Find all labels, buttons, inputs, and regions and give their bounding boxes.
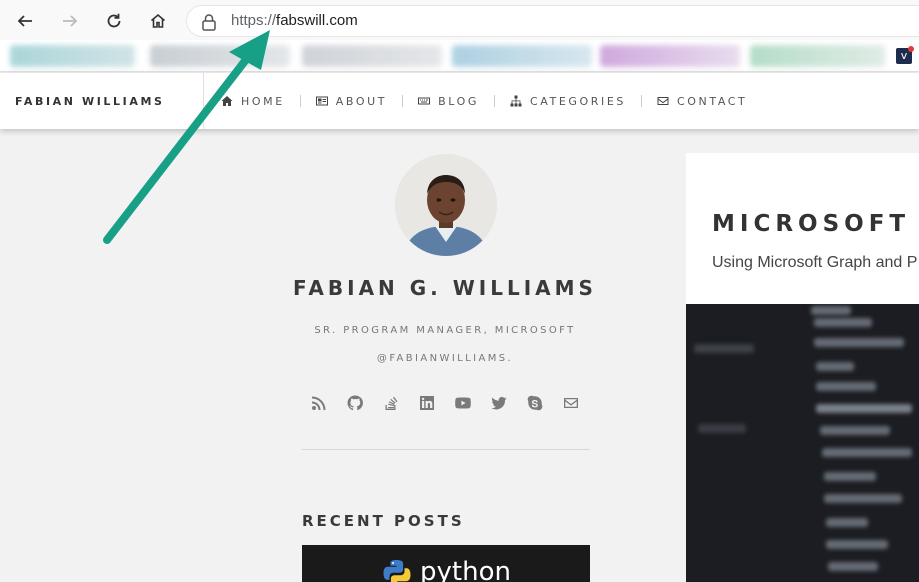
python-logo-icon: [383, 560, 411, 582]
header-divider: [203, 73, 204, 129]
profile-name: FABIAN G. WILLIAMS: [293, 276, 597, 300]
sidebar-divider: [302, 449, 590, 450]
nav-item-home[interactable]: HOME: [221, 95, 285, 108]
url-text[interactable]: https://fabswill.com: [231, 12, 358, 29]
bookmark-item[interactable]: [600, 45, 740, 67]
nav-separator: [641, 95, 642, 107]
stackoverflow-link[interactable]: [381, 394, 401, 412]
nav-label: BLOG: [438, 94, 479, 108]
post-card: MICROSOFT Using Microsoft Graph and P: [686, 153, 919, 582]
profile-photo: [395, 154, 497, 256]
code-line: [811, 306, 851, 315]
bookmark-item[interactable]: [150, 45, 290, 67]
nav-separator: [299, 95, 301, 107]
github-icon: [347, 395, 363, 411]
avatar: [395, 154, 497, 256]
recent-posts-heading: RECENT POSTS: [302, 512, 465, 530]
sitemap-icon: [510, 95, 522, 107]
back-arrow-icon: [17, 15, 32, 27]
nav-item-blog[interactable]: BLOG: [418, 95, 479, 108]
bookmark-item[interactable]: [302, 45, 442, 67]
rss-link[interactable]: [309, 394, 329, 412]
twitter-link[interactable]: [489, 394, 509, 412]
code-line: [824, 472, 876, 481]
post-title[interactable]: MICROSOFT: [712, 211, 910, 237]
browser-home-icon: [150, 13, 166, 28]
code-line: [698, 424, 746, 433]
nav-separator: [493, 95, 495, 107]
code-line: [820, 426, 890, 435]
home-icon: [221, 96, 233, 106]
nav-label: CATEGORIES: [529, 94, 626, 108]
code-line: [816, 404, 912, 413]
reload-button[interactable]: [101, 8, 127, 34]
github-link[interactable]: [345, 394, 365, 412]
code-line: [816, 362, 854, 371]
nav-item-about[interactable]: ABOUT: [315, 94, 388, 108]
keyboard-icon: [418, 97, 431, 105]
linkedin-link[interactable]: [417, 394, 437, 412]
code-line: [814, 318, 872, 327]
post-subtitle: Using Microsoft Graph and P: [712, 254, 918, 271]
id-card-icon: [315, 96, 328, 106]
nav-label: ABOUT: [335, 94, 388, 108]
post-hero-image[interactable]: [686, 304, 919, 582]
site-header: FABIAN WILLIAMS HOME ABOUT BLOG CATEGORI…: [0, 73, 919, 129]
forward-arrow-icon: [63, 15, 78, 27]
bookmark-item[interactable]: [10, 45, 135, 67]
nav-separator: [402, 95, 404, 107]
main-nav: HOME ABOUT BLOG CATEGORIES CONTACT: [221, 73, 747, 129]
address-bar[interactable]: https://fabswill.com: [186, 5, 919, 37]
code-line: [816, 382, 876, 391]
code-line: [824, 494, 902, 503]
recent-post-thumb-text: python: [420, 557, 511, 582]
nav-label: HOME: [241, 94, 285, 108]
code-line: [822, 448, 912, 457]
stackoverflow-icon: [385, 396, 398, 410]
lock-icon: [202, 14, 216, 31]
nav-item-categories[interactable]: CATEGORIES: [510, 95, 626, 108]
code-line: [826, 540, 888, 549]
recent-post-thumbnail[interactable]: python: [302, 545, 590, 582]
nav-label: CONTACT: [677, 94, 748, 108]
nav-item-contact[interactable]: CONTACT: [657, 95, 747, 108]
site-brand[interactable]: FABIAN WILLIAMS: [15, 95, 165, 108]
skype-icon: [527, 395, 543, 411]
envelope-icon: [657, 97, 669, 105]
linkedin-icon: [420, 396, 434, 410]
code-line: [814, 338, 904, 347]
bookmarks-bar: v: [0, 40, 919, 72]
home-button[interactable]: [145, 8, 171, 34]
back-button[interactable]: [12, 8, 38, 34]
bookmark-item[interactable]: [452, 45, 592, 67]
envelope-icon: [564, 398, 578, 408]
code-line: [826, 518, 868, 527]
youtube-link[interactable]: [453, 394, 473, 412]
url-scheme: https://: [231, 12, 277, 29]
rss-icon: [312, 396, 326, 410]
forward-button[interactable]: [57, 8, 83, 34]
code-line: [828, 562, 878, 571]
reload-icon: [107, 13, 121, 28]
code-line: [694, 344, 754, 353]
profile-title: SR. PROGRAM MANAGER, MICROSOFT: [314, 325, 576, 336]
email-link[interactable]: [561, 394, 581, 412]
profile-handle: @FABIANWILLIAMS.: [376, 353, 514, 364]
social-links: [309, 394, 597, 412]
extension-icon[interactable]: v: [896, 46, 914, 64]
skype-link[interactable]: [525, 394, 545, 412]
bookmark-item[interactable]: [750, 45, 885, 67]
twitter-icon: [491, 397, 507, 410]
browser-toolbar: https://fabswill.com: [0, 0, 919, 40]
url-host: fabswill.com: [276, 12, 358, 29]
youtube-icon: [455, 397, 471, 409]
